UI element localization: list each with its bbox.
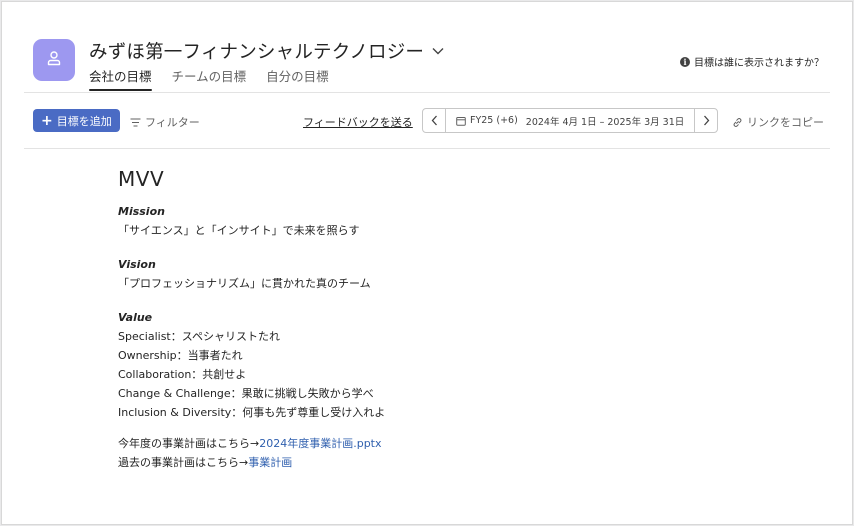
- tab-company-goals[interactable]: 会社の目標: [89, 66, 152, 91]
- copy-link-label: リンクをコピー: [747, 116, 824, 129]
- vision-text: 「プロフェッショナリズム」に貫かれた真のチーム: [118, 277, 371, 290]
- period-range-button[interactable]: FY25 (+6) 2024年 4月 1日 – 2025年 3月 31日: [445, 109, 696, 132]
- value-item: Ownership：当事者たれ: [118, 349, 243, 362]
- page-title: MVV: [118, 167, 165, 191]
- toolbar-divider: [24, 148, 830, 149]
- current-plan-link[interactable]: 2024年度事業計画.pptx: [259, 437, 381, 450]
- value-heading: Value: [118, 311, 153, 324]
- past-plan-line: 過去の事業計画はこちら→事業計画: [118, 453, 718, 472]
- goal-tabs: 会社の目標 チームの目標 自分の目標: [89, 66, 349, 91]
- mission-text: 「サイエンス」と「インサイト」で未来を照らす: [118, 224, 360, 237]
- who-sees-goals-link[interactable]: i 目標は誰に表示されますか？: [680, 54, 824, 69]
- header-divider: [24, 92, 830, 93]
- tab-team-goals[interactable]: チームの目標: [172, 66, 247, 91]
- mvv-content: MVV Mission 「サイエンス」と「インサイト」で未来を照らす Visio…: [118, 167, 718, 472]
- org-avatar: [33, 39, 75, 81]
- plus-icon: +: [41, 112, 53, 129]
- add-goal-button[interactable]: + 目標を追加: [33, 109, 120, 132]
- org-name: みずほ第一フィナンシャルテクノロジー: [89, 42, 425, 63]
- past-plan-link[interactable]: 事業計画: [248, 456, 292, 469]
- previous-period-button[interactable]: [423, 109, 445, 132]
- past-plan-prefix: 過去の事業計画はこちら→: [118, 456, 249, 469]
- period-selector: FY25 (+6) 2024年 4月 1日 – 2025年 3月 31日: [422, 108, 719, 133]
- chevron-right-icon: [703, 111, 710, 130]
- chevron-down-icon: [432, 47, 444, 55]
- person-icon: [46, 50, 62, 70]
- next-period-button[interactable]: [695, 109, 717, 132]
- tab-my-goals[interactable]: 自分の目標: [266, 66, 329, 91]
- add-goal-label: 目標を追加: [56, 114, 112, 128]
- filter-button[interactable]: フィルター: [130, 114, 200, 130]
- chevron-left-icon: [431, 111, 438, 130]
- calendar-icon: [456, 116, 466, 126]
- filter-label: フィルター: [145, 116, 200, 129]
- app-window: みずほ第一フィナンシャルテクノロジー 会社の目標 チームの目標 自分の目標 i …: [1, 1, 853, 525]
- info-icon: i: [680, 56, 690, 67]
- who-sees-goals-text: 目標は誰に表示されますか？: [694, 58, 824, 69]
- value-item: Inclusion & Diversity：何事も先ず尊重し受け入れよ: [118, 406, 386, 419]
- current-plan-prefix: 今年度の事業計画はこちら→: [118, 437, 260, 450]
- mission-heading: Mission: [118, 205, 165, 218]
- current-plan-line: 今年度の事業計画はこちら→2024年度事業計画.pptx: [118, 434, 718, 453]
- vision-heading: Vision: [118, 258, 156, 271]
- fiscal-year-label: FY25 (+6): [470, 115, 518, 126]
- value-item: Collaboration：共創せよ: [118, 368, 247, 381]
- copy-link-button[interactable]: リンクをコピー: [732, 114, 824, 130]
- date-range-label: 2024年 4月 1日 – 2025年 3月 31日: [525, 116, 685, 128]
- value-item: Change & Challenge：果敢に挑戦し失敗から学べ: [118, 387, 374, 400]
- filter-icon: [130, 117, 141, 127]
- org-selector[interactable]: みずほ第一フィナンシャルテクノロジー: [89, 38, 444, 64]
- link-icon: [732, 117, 743, 128]
- value-item: Specialist：スペシャリストたれ: [118, 330, 280, 343]
- send-feedback-link[interactable]: フィードバックを送る: [303, 114, 413, 130]
